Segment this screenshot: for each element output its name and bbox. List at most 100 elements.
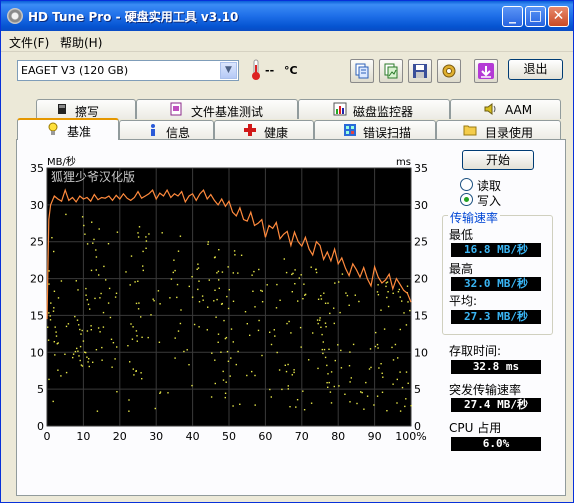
access-time-point [48,378,50,381]
access-time-point [207,243,209,245]
access-time-point [398,288,400,291]
access-time-point [233,250,236,252]
close-button[interactable]: ✕ [548,6,569,27]
access-time-point [197,288,199,291]
tab-file-benchmark[interactable]: 文件基准测试 [136,99,298,119]
access-time-point [391,346,393,349]
access-time-point [128,399,130,401]
access-time-point [115,292,118,294]
read-radio[interactable] [460,178,473,191]
access-time-point [64,353,66,355]
access-time-label: 存取时间: [449,344,502,358]
access-time-point [326,364,328,367]
write-radio-label[interactable]: 写入 [477,192,501,209]
tab-info[interactable]: 信息 [119,120,214,140]
x-tick-label: 90 [368,430,382,443]
access-time-point [167,392,169,394]
menu-help[interactable]: 帮助(H) [60,34,102,51]
save-button[interactable] [408,59,432,83]
access-time-point [381,372,383,374]
access-time-point [80,333,82,335]
tab-disk-monitor[interactable]: 磁盘监控器 [298,99,450,119]
access-time-point [226,295,228,298]
tab-health[interactable]: 健康 [214,120,314,140]
access-time-point [116,231,119,233]
access-time-point [300,346,302,348]
access-time-point [296,399,299,401]
access-time-point [94,297,96,300]
y-tick-label-left: 30 [30,199,44,212]
write-radio[interactable] [460,193,473,206]
access-time-point [380,309,382,311]
y-tick-label-left: 20 [30,273,44,286]
access-time-point [93,238,95,241]
copy-screenshot-button[interactable] [379,59,403,83]
tab-label: 基准 [67,125,92,139]
access-time-point [329,312,331,315]
access-time-point [365,381,367,384]
access-time-point [198,326,200,328]
access-time-point [173,259,175,261]
drive-select[interactable]: EAGET V3 (120 GB) ▼ [17,60,239,81]
access-time-point [352,343,355,346]
access-time-point [140,316,142,318]
menu-file[interactable]: 文件(F) [9,34,49,51]
access-time-point [299,326,302,329]
access-time-point [202,299,204,301]
access-time-point [308,359,310,361]
access-time-point [81,216,84,218]
access-time-point [404,405,406,408]
download-button[interactable] [474,59,498,83]
access-time-point [349,381,351,383]
access-time-point [152,298,154,300]
access-time-point [382,376,384,378]
access-time-point [99,297,101,299]
access-time-point [218,279,220,281]
access-time-point [197,263,199,265]
y-tick-label-left: 25 [30,236,44,249]
access-time-point [381,391,384,393]
title-bar[interactable]: HD Tune Pro - 硬盘实用工具 v3.10 _ □ ✕ [1,1,573,31]
access-time-point [191,276,193,278]
temperature-unit: °C [284,64,298,77]
access-time-point [206,329,208,331]
access-time-point [57,369,59,371]
access-time-point [392,383,394,385]
cpu-usage-label: CPU 占用 [449,421,502,435]
access-time-point [81,329,83,332]
start-button[interactable]: 开始 [462,150,534,170]
access-time-point [142,269,144,272]
menu-bar: 文件(F) 帮助(H) [1,31,573,52]
tab-erase[interactable]: 擦写 [36,99,136,119]
access-time-point [215,316,217,318]
access-time-point [47,339,50,341]
y-axis-label-left: MB/秒 [47,155,76,168]
access-time-point [354,294,356,296]
chevron-down-icon[interactable]: ▼ [220,62,237,79]
burst-rate-label: 突发传输速率 [449,383,522,397]
tab-aam[interactable]: AAM [450,99,561,119]
access-time-point [230,357,232,359]
access-time-point [328,348,330,350]
copy-info-icon [355,63,369,79]
copy-info-button[interactable] [350,59,374,83]
access-time-point [216,272,218,274]
access-time-point [407,382,409,384]
tab-benchmark[interactable]: 基准 [17,118,119,140]
tab-folder-usage[interactable]: 目录使用 [436,120,561,140]
access-time-point [405,324,408,326]
y-tick-label-left: 35 [30,162,44,175]
access-time-point [183,350,185,353]
exit-button[interactable]: 退出 [508,59,563,80]
minimize-button[interactable]: _ [502,6,523,27]
access-time-point [330,371,333,373]
chart-grid [46,167,412,427]
options-button[interactable] [437,59,461,83]
access-time-point [297,300,299,302]
access-time-point [294,269,296,271]
access-time-point [375,331,377,334]
maximize-button[interactable]: □ [525,6,546,27]
tab-error-scan[interactable]: 错误扫描 [314,120,436,140]
access-time-point [405,371,408,373]
access-time-point [214,359,216,361]
